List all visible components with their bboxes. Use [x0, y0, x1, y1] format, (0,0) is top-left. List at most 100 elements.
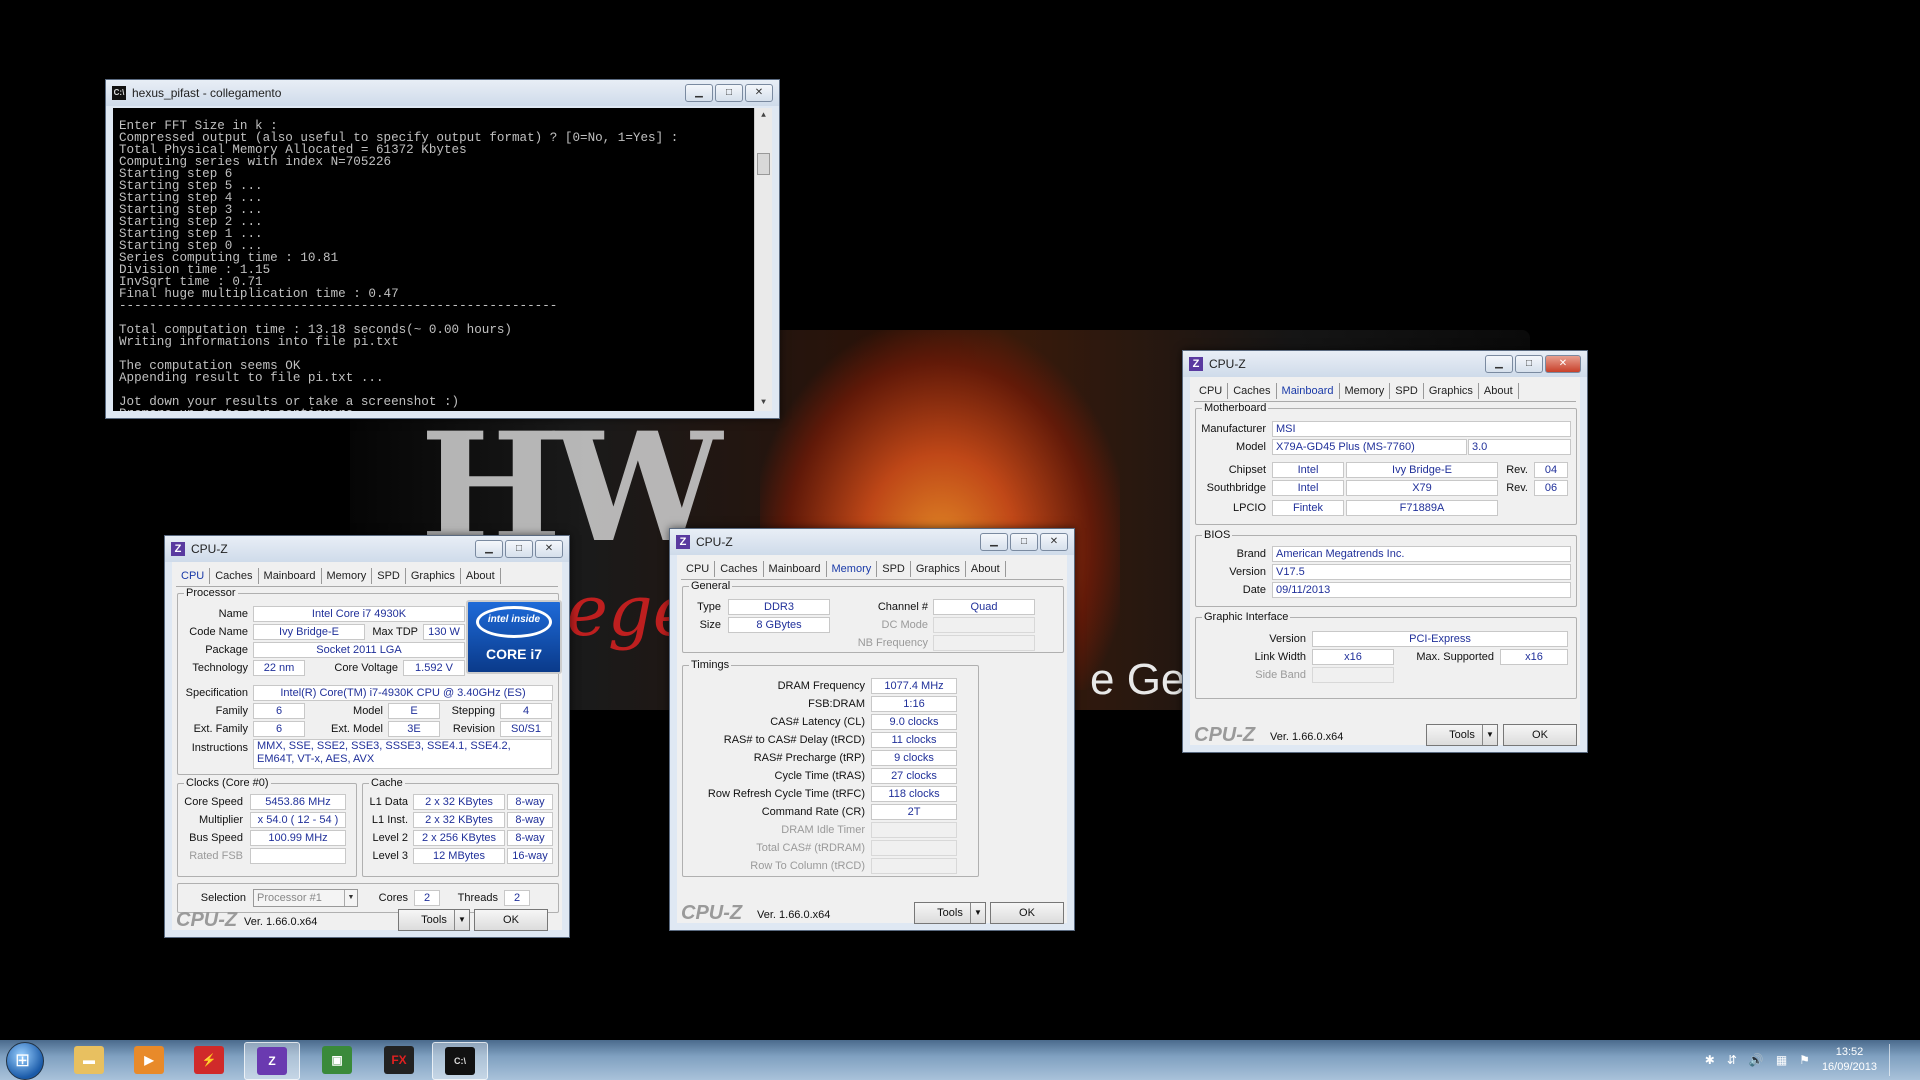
tab-caches[interactable]: Caches: [1228, 383, 1277, 399]
close-button[interactable]: ✕: [535, 540, 563, 558]
tras-label: Cycle Time (tRAS): [774, 770, 865, 782]
cpuz-mainboard-window[interactable]: Z CPU-Z ▁ □ ✕ CPU Caches Mainboard Memory SP…: [1182, 350, 1588, 753]
scroll-down-arrow-icon[interactable]: ▼: [755, 395, 772, 411]
ok-button[interactable]: OK: [990, 902, 1064, 924]
tab-cpu[interactable]: CPU: [681, 561, 716, 577]
codename-value: Ivy Bridge-E: [253, 624, 365, 640]
nb-frequency-label: NB Frequency: [857, 637, 928, 649]
max-supported-value: x16: [1500, 649, 1568, 665]
cpuz-titlebar[interactable]: Z CPU-Z ▁ □ ✕: [670, 529, 1074, 555]
lpcio-vendor-value: Fintek: [1272, 500, 1344, 516]
ext-model-value: 3E: [388, 721, 440, 737]
chevron-down-icon[interactable]: ▼: [970, 903, 985, 923]
minimize-button[interactable]: ▁: [980, 533, 1008, 551]
tab-memory[interactable]: Memory: [827, 561, 878, 577]
minimize-button[interactable]: ▁: [685, 84, 713, 102]
clock[interactable]: 13:52 16/09/2013: [1822, 1045, 1877, 1075]
l1-inst-assoc: 8-way: [507, 812, 553, 828]
tab-memory[interactable]: Memory: [322, 568, 373, 584]
flag-icon[interactable]: ⚑: [1799, 1053, 1810, 1067]
tab-about[interactable]: About: [461, 568, 501, 584]
scroll-up-arrow-icon[interactable]: ▲: [755, 108, 772, 124]
console-scrollbar[interactable]: ▲ ▼: [754, 108, 772, 411]
tab-about[interactable]: About: [966, 561, 1006, 577]
tray-app-icon[interactable]: ✱: [1705, 1053, 1715, 1067]
tab-spd[interactable]: SPD: [372, 568, 406, 584]
tab-caches[interactable]: Caches: [210, 568, 259, 584]
bios-group: BIOS Brand American Megatrends Inc. Vers…: [1195, 529, 1577, 607]
volume-icon[interactable]: 🔊: [1749, 1053, 1764, 1067]
maximize-button[interactable]: □: [1515, 355, 1543, 373]
package-value: Socket 2011 LGA: [253, 642, 465, 658]
cpuz-cpu-window[interactable]: Z CPU-Z ▁ □ ✕ CPU Caches Mainboard Memory SP…: [164, 535, 570, 938]
cpuz-memory-window[interactable]: Z CPU-Z ▁ □ ✕ CPU Caches Mainboard Memory SP…: [669, 528, 1075, 931]
amd-overdrive-icon: FX: [384, 1046, 414, 1074]
threads-label: Threads: [457, 892, 498, 904]
tab-mainboard[interactable]: Mainboard: [1277, 383, 1340, 399]
processor-select-value: Processor #1: [257, 892, 322, 904]
maximize-button[interactable]: □: [1010, 533, 1038, 551]
tab-graphics[interactable]: Graphics: [406, 568, 461, 584]
max-supported-label: Max. Supported: [1416, 651, 1494, 663]
model-value: X79A-GD45 Plus (MS-7760): [1272, 439, 1467, 455]
minimize-button[interactable]: ▁: [1485, 355, 1513, 373]
ok-button[interactable]: OK: [474, 909, 548, 931]
tab-spd[interactable]: SPD: [877, 561, 911, 577]
tools-button[interactable]: Tools ▼: [914, 902, 986, 924]
core-voltage-value: 1.592 V: [403, 660, 465, 676]
processor-select[interactable]: Processor #1 ▼: [253, 889, 358, 907]
cpuz-app-icon: Z: [171, 542, 185, 556]
taskbar-amd-overdrive[interactable]: FX: [372, 1042, 426, 1078]
tab-mainboard[interactable]: Mainboard: [259, 568, 322, 584]
taskbar-gpu-tool[interactable]: ▣: [310, 1042, 364, 1078]
tab-spd[interactable]: SPD: [1390, 383, 1424, 399]
taskbar-flash-app[interactable]: ⚡: [182, 1042, 236, 1078]
motherboard-group-title: Motherboard: [1202, 402, 1269, 414]
tab-about[interactable]: About: [1479, 383, 1519, 399]
tab-mainboard[interactable]: Mainboard: [764, 561, 827, 577]
show-desktop-button[interactable]: [1889, 1044, 1900, 1076]
tab-memory[interactable]: Memory: [1340, 383, 1391, 399]
cpuz-titlebar[interactable]: Z CPU-Z ▁ □ ✕: [1183, 351, 1587, 377]
model-label: Model: [353, 705, 383, 717]
model-revision-value: 3.0: [1468, 439, 1571, 455]
console-window[interactable]: C:\ hexus_pifast - collegamento ▁ □ ✕ En…: [105, 79, 780, 419]
start-button[interactable]: ⊞: [6, 1042, 44, 1080]
model-value: E: [388, 703, 440, 719]
cpuz-footer-logo: CPU-Z: [681, 902, 743, 924]
maximize-button[interactable]: □: [715, 84, 743, 102]
graphic-interface-group: Graphic Interface Version PCI-Express Li…: [1195, 611, 1577, 699]
console-output[interactable]: Enter FFT Size in k : Compressed output …: [113, 108, 772, 411]
type-value: DDR3: [728, 599, 830, 615]
scroll-thumb[interactable]: [757, 153, 770, 175]
type-label: Type: [697, 601, 721, 613]
network-icon[interactable]: ▦: [1776, 1053, 1787, 1067]
stepping-value: 4: [500, 703, 552, 719]
ok-button[interactable]: OK: [1503, 724, 1577, 746]
tab-cpu[interactable]: CPU: [176, 568, 211, 584]
console-titlebar[interactable]: C:\ hexus_pifast - collegamento ▁ □ ✕: [106, 80, 779, 106]
taskbar-media-player[interactable]: ▶: [122, 1042, 176, 1078]
maximize-button[interactable]: □: [505, 540, 533, 558]
taskbar-console[interactable]: C:\: [432, 1042, 488, 1080]
chevron-down-icon[interactable]: ▼: [454, 910, 469, 930]
level3-label: Level 3: [372, 850, 408, 862]
tab-graphics[interactable]: Graphics: [911, 561, 966, 577]
close-button[interactable]: ✕: [1040, 533, 1068, 551]
tray-expand-icon[interactable]: ⇵: [1727, 1053, 1737, 1067]
processor-group: Processor Name Intel Core i7 4930K Code …: [177, 587, 562, 775]
taskbar-cpuz[interactable]: Z: [244, 1042, 300, 1080]
minimize-button[interactable]: ▁: [475, 540, 503, 558]
tab-graphics[interactable]: Graphics: [1424, 383, 1479, 399]
tools-button[interactable]: Tools ▼: [1426, 724, 1498, 746]
tools-button[interactable]: Tools ▼: [398, 909, 470, 931]
tab-cpu[interactable]: CPU: [1194, 383, 1229, 399]
close-button[interactable]: ✕: [745, 84, 773, 102]
close-button[interactable]: ✕: [1545, 355, 1581, 373]
dram-frequency-label: DRAM Frequency: [777, 680, 865, 692]
trfc-value: 118 clocks: [871, 786, 957, 802]
chevron-down-icon[interactable]: ▼: [1482, 725, 1497, 745]
tab-caches[interactable]: Caches: [715, 561, 764, 577]
taskbar-explorer[interactable]: ▬: [62, 1042, 116, 1078]
cpuz-titlebar[interactable]: Z CPU-Z ▁ □ ✕: [165, 536, 569, 562]
